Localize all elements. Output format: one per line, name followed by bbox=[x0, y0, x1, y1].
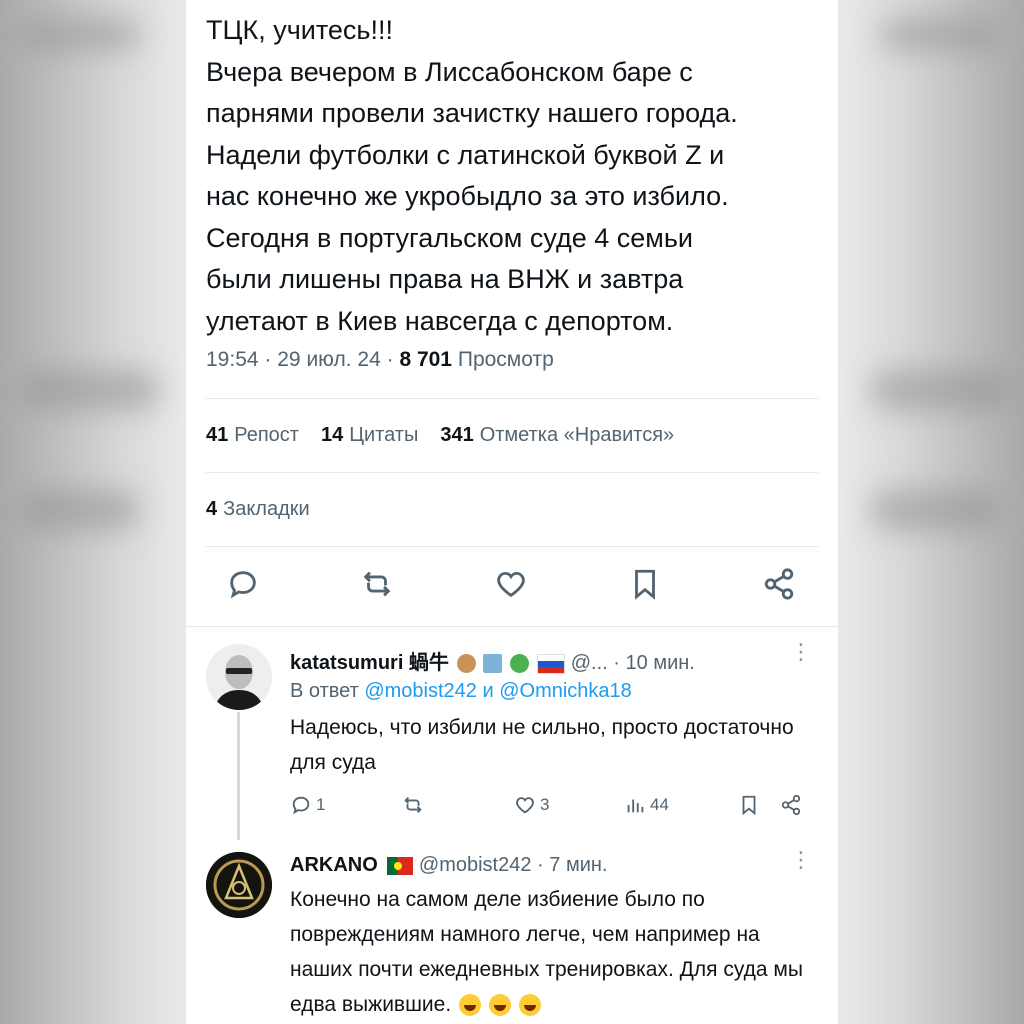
views-icon bbox=[627, 799, 644, 813]
views-button[interactable]: 44 bbox=[624, 794, 738, 816]
more-options-icon[interactable]: ⋮ bbox=[790, 641, 812, 663]
reply-icon bbox=[292, 796, 310, 815]
like-button[interactable]: 3 bbox=[514, 794, 624, 816]
views-count: 8 701 bbox=[399, 348, 452, 371]
plant-emoji-icon bbox=[509, 654, 529, 674]
author-handle[interactable]: @... bbox=[571, 652, 608, 674]
background-blur-shape bbox=[20, 490, 140, 530]
reply-text: Надеюсь, что избили не сильно, просто до… bbox=[290, 716, 794, 774]
mountain-emoji-icon bbox=[483, 654, 503, 674]
engagement-stats: 41 Репост 14 Цитаты 341 Отметка «Нравится» bbox=[206, 424, 674, 447]
tweet-date[interactable]: 29 июл. 24 bbox=[277, 348, 381, 371]
tweet-card: ТЦК, учитесь!!! Вчера вечером в Лиссабон… bbox=[186, 0, 838, 1024]
mention-link[interactable]: @mobist242 bbox=[364, 680, 477, 702]
reply-header: ARKANO @mobist242 · 7 мин. bbox=[290, 854, 607, 877]
flag-portugal-icon bbox=[387, 856, 414, 875]
divider bbox=[206, 546, 818, 547]
likes-count: 341 bbox=[440, 424, 474, 446]
flag-russia-icon bbox=[537, 653, 566, 674]
reply-text: Конечно на самом деле избиение было по п… bbox=[290, 882, 820, 1022]
background-blur-shape bbox=[880, 20, 1000, 50]
background-blur-shape bbox=[20, 20, 140, 50]
reposts-count: 41 bbox=[206, 424, 229, 446]
repost-button[interactable] bbox=[360, 567, 394, 606]
divider bbox=[186, 626, 838, 627]
reply-to-prefix: В ответ bbox=[290, 680, 359, 702]
bookmarks-stat[interactable]: 4 Закладки bbox=[206, 498, 310, 521]
meta-separator: · bbox=[264, 348, 272, 371]
bookmark-icon bbox=[635, 569, 655, 600]
likes-label: Отметка «Нравится» bbox=[479, 424, 675, 446]
thread-line bbox=[237, 712, 240, 840]
share-button[interactable] bbox=[762, 567, 796, 606]
reply-button[interactable] bbox=[226, 567, 260, 606]
author-name[interactable]: ARKANO bbox=[290, 854, 378, 876]
reply-icon bbox=[230, 570, 256, 598]
snail-emoji-icon bbox=[456, 654, 476, 674]
tweet-time[interactable]: 19:54 bbox=[206, 348, 259, 371]
share-icon bbox=[781, 794, 801, 816]
quotes-count: 14 bbox=[320, 424, 344, 446]
tweet-meta: 19:54 · 29 июл. 24 · 8 701 Просмотр bbox=[206, 348, 554, 372]
grinning-sweat-emoji-icon bbox=[488, 994, 511, 1017]
reply-header: katatsumuri 蝸牛 @... · 10 мин. bbox=[290, 646, 695, 675]
views-label: Просмотр bbox=[457, 348, 554, 371]
like-icon bbox=[516, 797, 534, 814]
mention-link[interactable]: @Omnichka18 bbox=[499, 680, 632, 702]
likes-stat[interactable]: 341 Отметка «Нравится» bbox=[440, 424, 674, 447]
reply-text-body: Конечно на самом деле избиение было по п… bbox=[290, 888, 803, 1016]
author-name[interactable]: katatsumuri 蝸牛 bbox=[290, 652, 449, 674]
bookmark-button[interactable] bbox=[738, 794, 780, 816]
reply-to: В ответ @mobist242 и @Omnichka18 bbox=[290, 680, 632, 703]
divider bbox=[206, 398, 818, 399]
like-icon bbox=[497, 571, 525, 597]
reposts-stat[interactable]: 41 Репост bbox=[206, 424, 299, 447]
tweet-actions bbox=[226, 566, 796, 606]
bookmark-button[interactable] bbox=[628, 567, 662, 606]
avatar-image bbox=[206, 852, 272, 918]
repost-icon bbox=[363, 571, 391, 596]
meta-separator: · bbox=[386, 348, 394, 371]
reply-actions: 1 3 44 bbox=[290, 794, 810, 816]
repost-icon bbox=[404, 797, 422, 813]
background-blur-shape bbox=[20, 370, 160, 410]
reply-count: 1 bbox=[316, 795, 326, 814]
share-icon bbox=[764, 567, 794, 600]
reply-button[interactable]: 1 bbox=[290, 794, 402, 816]
bookmarks-label: Закладки bbox=[223, 498, 310, 520]
more-options-icon[interactable]: ⋮ bbox=[790, 849, 812, 871]
repost-button[interactable] bbox=[402, 794, 514, 816]
reply-time[interactable]: · 10 мин. bbox=[613, 652, 695, 674]
avatar-image bbox=[206, 644, 272, 710]
avatar[interactable] bbox=[206, 644, 272, 710]
avatar[interactable] bbox=[206, 852, 272, 918]
author-handle[interactable]: @mobist242 bbox=[419, 854, 532, 876]
reposts-label: Репост bbox=[234, 424, 299, 446]
quotes-stat[interactable]: 14 Цитаты bbox=[321, 424, 418, 447]
tweet-text: ТЦК, учитесь!!! Вчера вечером в Лиссабон… bbox=[206, 15, 738, 336]
background-blur-shape bbox=[870, 490, 1000, 530]
divider bbox=[206, 472, 818, 473]
reply-to-join: и bbox=[482, 680, 494, 702]
share-button[interactable] bbox=[780, 794, 802, 816]
background-blur-shape bbox=[870, 370, 1010, 410]
like-button[interactable] bbox=[494, 567, 528, 606]
quotes-label: Цитаты bbox=[349, 424, 419, 446]
rolling-laughing-emoji-icon bbox=[459, 994, 482, 1017]
bookmark-icon bbox=[742, 795, 756, 816]
bookmarks-count: 4 bbox=[206, 498, 218, 520]
views-count: 44 bbox=[650, 795, 669, 814]
like-count: 3 bbox=[540, 795, 550, 814]
reply-time[interactable]: · 7 мин. bbox=[537, 854, 607, 876]
rolling-laughing-emoji-icon bbox=[518, 994, 541, 1017]
